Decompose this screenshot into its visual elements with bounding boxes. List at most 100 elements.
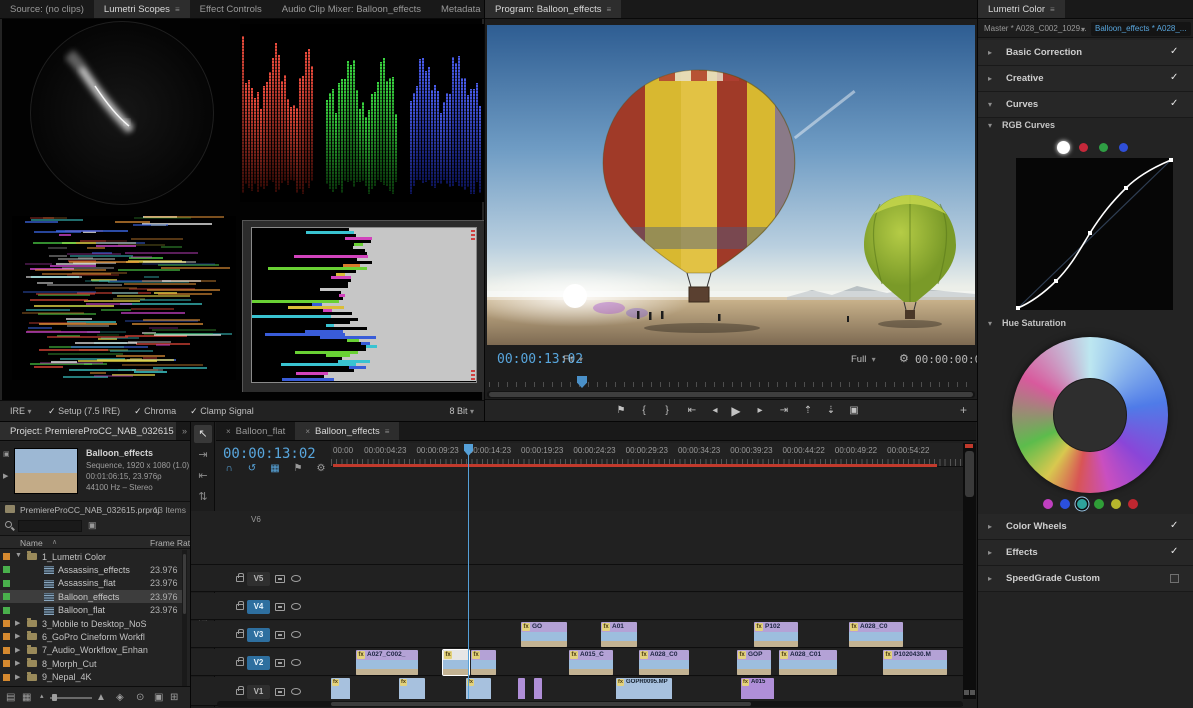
panel-menu-icon[interactable]: ≡ xyxy=(1050,5,1055,14)
tab-lumetri-color[interactable]: Lumetri Color≡ xyxy=(978,0,1065,18)
list-view-icon[interactable]: ▤ xyxy=(6,692,15,703)
timeline-clip[interactable]: fxA028_C01 xyxy=(779,650,837,675)
zoom-out-icon[interactable]: ▴ xyxy=(40,692,44,700)
timeline-clip[interactable]: fxGOP xyxy=(737,650,771,675)
tab-program[interactable]: Program: Balloon_effects≡ xyxy=(485,0,621,18)
automate-to-sequence-icon[interactable]: ◈ xyxy=(116,692,124,703)
preview-play-icon[interactable]: ▶ xyxy=(3,472,8,480)
tab-lumetri-scopes[interactable]: Lumetri Scopes≡ xyxy=(94,0,190,18)
chevron-down-icon[interactable]: ▾ xyxy=(988,319,992,328)
bit-depth-dropdown[interactable]: 8 Bit ▾ xyxy=(449,406,474,416)
find-icon[interactable]: ⊙ xyxy=(136,692,144,703)
playback-quality-dropdown[interactable]: Full ▾ xyxy=(851,354,876,365)
sequence-row[interactable]: Balloon_effects23.976 xyxy=(0,590,182,603)
close-icon[interactable]: × xyxy=(226,427,231,436)
section-basic-correction[interactable]: ▸Basic Correction✓ xyxy=(978,40,1193,66)
scope-check-setup-7-5-ire-[interactable]: ✓ Setup (7.5 IRE) xyxy=(48,406,120,417)
timeline-clip[interactable]: fx xyxy=(466,678,491,699)
section-curves[interactable]: ▾Curves✓ xyxy=(978,92,1193,118)
new-item-icon[interactable]: ⊞ xyxy=(170,692,178,703)
track-lock-icon[interactable] xyxy=(236,604,244,610)
mark-in-button[interactable]: { xyxy=(636,403,652,419)
chevron-down-icon[interactable]: ▾ xyxy=(988,100,992,109)
chevron-down-icon[interactable]: ▾ xyxy=(1081,25,1085,34)
timeline-clip[interactable]: fxP1020430.M xyxy=(883,650,947,675)
timeline-clip[interactable]: fx xyxy=(399,678,425,699)
section-check-icon[interactable]: ✓ xyxy=(1170,546,1178,557)
timeline-clip[interactable]: fxGO xyxy=(521,622,567,647)
chevron-right-icon[interactable]: ▸ xyxy=(988,74,992,83)
timeline-horizontal-scrollbar[interactable] xyxy=(217,701,963,707)
panel-menu-icon[interactable]: ≡ xyxy=(385,427,390,436)
section-check-icon[interactable]: ✓ xyxy=(1170,98,1178,109)
sequence-row[interactable]: Assassins_flat23.976 xyxy=(0,577,182,590)
chevron-right-icon[interactable]: ▸ xyxy=(988,574,992,583)
disclosure-closed-icon[interactable]: ▶ xyxy=(15,646,20,654)
disclosure-closed-icon[interactable]: ▶ xyxy=(15,659,20,667)
chevron-down-icon[interactable]: ▾ xyxy=(988,121,992,130)
timeline-clip[interactable]: fxA028_C0 xyxy=(849,622,903,647)
selection-tool[interactable]: ↖ xyxy=(194,425,212,443)
disclosure-closed-icon[interactable]: ▶ xyxy=(15,619,20,627)
sequence-row[interactable]: Assassins_effects23.976 xyxy=(0,563,182,576)
timeline-clip[interactable]: fxA01 xyxy=(601,622,637,647)
column-name[interactable]: Name xyxy=(20,538,43,548)
preview-thumbnail[interactable] xyxy=(14,448,78,494)
hue-swatch[interactable] xyxy=(1043,499,1053,509)
search-input[interactable] xyxy=(18,520,82,532)
disclosure-closed-icon[interactable]: ▶ xyxy=(15,673,20,681)
hue-swatch[interactable] xyxy=(1094,499,1104,509)
timeline-clip[interactable]: fxP102 xyxy=(754,622,798,647)
section-check-icon[interactable]: ✓ xyxy=(1170,46,1178,57)
section-effects[interactable]: ▸Effects✓ xyxy=(978,540,1193,566)
track-lock-icon[interactable] xyxy=(236,576,244,582)
timeline-clip[interactable]: fxA028_C0 xyxy=(639,650,689,675)
timeline-clip[interactable]: fxA015 xyxy=(741,678,774,699)
timeline-clip[interactable]: fx xyxy=(443,650,469,675)
track-target-v5[interactable]: V5 xyxy=(247,572,270,586)
bin-row[interactable]: ▶3_Mobile to Desktop_NoS xyxy=(0,617,182,630)
timeline-clip[interactable]: fxA027_C002_ xyxy=(356,650,418,675)
bin-row[interactable]: ▼1_Lumetri Color xyxy=(0,550,182,563)
green-channel-button[interactable] xyxy=(1099,143,1108,152)
tab-metadata[interactable]: Metadata xyxy=(431,0,484,18)
timeline-clip[interactable] xyxy=(534,678,542,699)
rgb-curve-editor[interactable] xyxy=(1016,158,1173,310)
track-target-v1[interactable]: V1 xyxy=(247,685,270,699)
project-file-name[interactable]: PremiereProCC_NAB_032615.prproj xyxy=(20,505,159,515)
hue-swatch[interactable] xyxy=(1111,499,1121,509)
timeline-vertical-scrollbar[interactable] xyxy=(963,443,976,699)
track-eye-icon[interactable] xyxy=(291,631,301,638)
zoom-level-dropdown[interactable]: Fit ▾ xyxy=(563,354,583,365)
track-output-icon[interactable] xyxy=(275,659,285,667)
mark-out-button[interactable]: } xyxy=(659,403,675,419)
sequence-tab-balloon_effects[interactable]: ×Balloon_effects≡ xyxy=(295,422,399,440)
track-select-forward-tool[interactable]: ⇥ xyxy=(194,446,212,464)
track-eye-icon[interactable] xyxy=(291,688,301,695)
export-frame-button[interactable]: ▣ xyxy=(846,403,862,419)
bin-row[interactable]: ▶6_GoPro Cineform Workfl xyxy=(0,630,182,643)
step-forward-button[interactable]: ▸ xyxy=(752,403,768,419)
tab-source-no-clips-[interactable]: Source: (no clips) xyxy=(0,0,94,18)
close-icon[interactable]: × xyxy=(305,427,310,436)
section-speedgrade-custom[interactable]: ▸SpeedGrade Custom xyxy=(978,566,1193,592)
disclosure-closed-icon[interactable]: ▶ xyxy=(15,632,20,640)
panel-menu-icon[interactable]: ≡ xyxy=(607,5,612,14)
timeline-playhead-line[interactable] xyxy=(468,446,469,699)
play-button[interactable]: ▶ xyxy=(728,403,744,419)
timeline-timecode[interactable]: 00:00:13:02 xyxy=(223,446,316,462)
track-eye-icon[interactable] xyxy=(291,603,301,610)
hue-swatch[interactable] xyxy=(1128,499,1138,509)
track-output-icon[interactable] xyxy=(275,603,285,611)
extract-button[interactable]: ⇣ xyxy=(823,403,839,419)
timeline-clip[interactable] xyxy=(518,678,525,699)
tab-audio-clip-mixer-balloon-effects[interactable]: Audio Clip Mixer: Balloon_effects xyxy=(272,0,431,18)
go-to-out-button[interactable]: ⇥ xyxy=(776,403,792,419)
hue-saturation-wheel[interactable] xyxy=(1012,337,1168,493)
tab-effect-controls[interactable]: Effect Controls xyxy=(190,0,272,18)
section-checkbox-empty[interactable] xyxy=(1170,574,1179,583)
section-color-wheels[interactable]: ▸Color Wheels✓ xyxy=(978,514,1193,540)
track-output-icon[interactable] xyxy=(275,688,285,696)
rgb-curves-section-header[interactable]: ▾ RGB Curves xyxy=(978,116,1193,136)
track-output-icon[interactable] xyxy=(275,631,285,639)
